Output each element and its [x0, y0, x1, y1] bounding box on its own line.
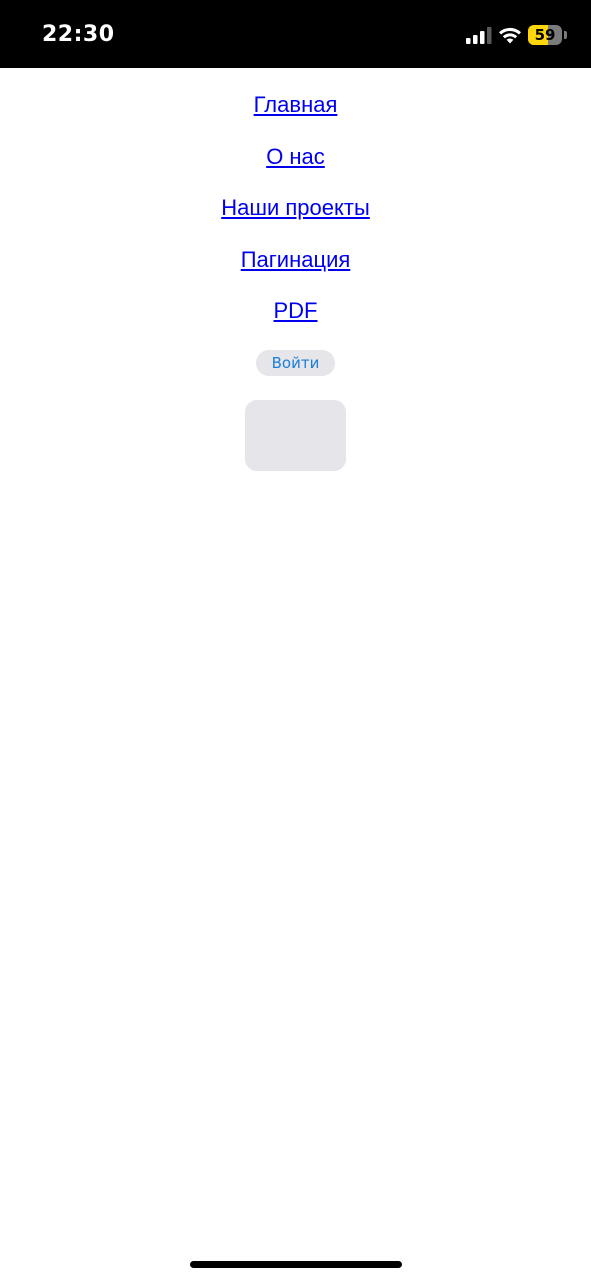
home-indicator[interactable]: [190, 1261, 402, 1268]
nav-link-projects[interactable]: Наши проекты: [0, 191, 591, 225]
cellular-signal-icon: [466, 27, 492, 44]
battery-cap: [564, 31, 567, 39]
battery-icon: 59: [528, 25, 568, 45]
nav-link-about[interactable]: О нас: [0, 140, 591, 174]
empty-placeholder-box: [245, 400, 346, 471]
nav-link-pagination[interactable]: Пагинация: [0, 243, 591, 277]
login-button[interactable]: Войти: [256, 350, 335, 376]
battery-level: 59: [534, 26, 556, 44]
wifi-icon: [499, 27, 521, 44]
nav-link-pdf[interactable]: PDF: [0, 294, 591, 328]
nav-link-home[interactable]: Главная: [0, 88, 591, 122]
status-time: 22:30: [42, 22, 115, 47]
status-bar: 22:30 59: [0, 0, 591, 68]
main-nav: Главная О нас Наши проекты Пагинация PDF: [0, 88, 591, 346]
